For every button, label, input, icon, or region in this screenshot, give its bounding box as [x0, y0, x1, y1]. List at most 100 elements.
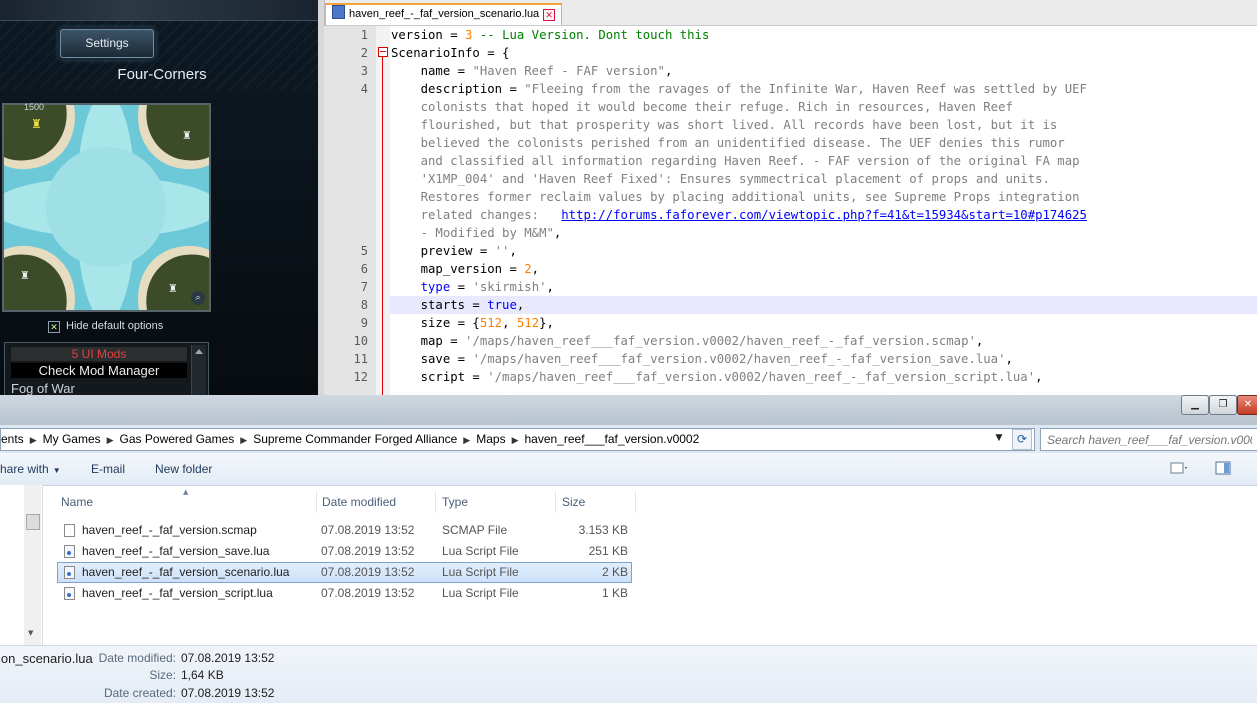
hide-default-options-toggle[interactable]: ✕ Hide default options	[48, 320, 163, 333]
file-type: Lua Script File	[442, 565, 519, 579]
details-file-name: ion_scenario.lua	[0, 651, 93, 666]
code-line[interactable]: 'X1MP_004' and 'Haven Reef Fixed': Ensur…	[391, 170, 1050, 188]
file-size: 3.153 KB	[578, 523, 628, 537]
spawn-marker-icon[interactable]: ♜	[168, 282, 178, 295]
column-header-size[interactable]: Size	[556, 491, 636, 513]
breadcrumb-item[interactable]: haven_reef___faf_version.v0002	[520, 429, 703, 450]
line-number: 6	[360, 262, 368, 276]
file-explorer-window: ▁ ❐ ✕ ents ▶ My Games ▶ Gas Powered Games ▶ Su…	[0, 395, 1257, 703]
file-type: Lua Script File	[442, 586, 519, 600]
breadcrumb-arrow-icon[interactable]: ▶	[28, 430, 39, 450]
spawn-marker-icon[interactable]: ♜	[20, 269, 30, 282]
explorer-title-bar[interactable]: ▁ ❐ ✕	[0, 395, 1257, 425]
file-type: Lua Script File	[442, 544, 519, 558]
code-line[interactable]: starts = true,	[391, 296, 525, 314]
spawn-marker-icon[interactable]: ♜	[31, 117, 42, 131]
breadcrumb-item[interactable]: ents	[1, 429, 28, 450]
code-line[interactable]: believed the colonists perished from an …	[391, 134, 1065, 152]
scroll-down-icon[interactable]: ▼	[28, 629, 33, 637]
email-button[interactable]: E-mail	[91, 462, 125, 476]
map-preview[interactable]: ♜ ♜ ♜ ♜ ⌕	[2, 103, 211, 312]
spawn-marker-icon[interactable]: ♜	[182, 129, 192, 142]
breadcrumb-item[interactable]: Maps	[472, 429, 509, 450]
share-with-label: hare with	[0, 462, 49, 476]
code-line[interactable]: name = "Haven Reef - FAF version",	[391, 62, 673, 80]
close-tab-icon[interactable]: ✕	[543, 9, 556, 21]
address-dropdown-icon[interactable]: ▼	[993, 428, 1005, 449]
code-line[interactable]: preview = '',	[391, 242, 517, 260]
breadcrumb-item[interactable]: My Games	[39, 429, 105, 450]
breadcrumb-arrow-icon[interactable]: ▶	[510, 430, 521, 450]
lua-file-icon	[64, 566, 75, 579]
game-top-bar	[0, 0, 318, 21]
tab-scenario-file[interactable]: haven_reef_-_faf_version_scenario.lua ✕	[325, 3, 563, 25]
file-row[interactable]: haven_reef_-_faf_version_script.lua 07.0…	[57, 583, 632, 604]
close-button[interactable]: ✕	[1237, 395, 1257, 415]
file-type: SCMAP File	[442, 523, 508, 537]
file-size: 2 KB	[601, 565, 628, 579]
file-date: 07.08.2019 13:52	[321, 586, 415, 600]
file-row[interactable]: haven_reef_-_faf_version_save.lua 07.08.…	[57, 541, 632, 562]
code-editor: haven_reef_-_faf_version_scenario.lua ✕ 1…	[318, 0, 1257, 395]
line-number: 3	[360, 64, 368, 78]
code-line[interactable]: and classified all information regarding…	[391, 152, 1080, 170]
chevron-down-icon: ▼	[52, 466, 61, 475]
fold-toggle-icon[interactable]	[378, 47, 388, 57]
settings-button[interactable]: Settings	[60, 29, 154, 58]
check-mod-manager-button[interactable]: Check Mod Manager	[11, 363, 187, 378]
fold-margin	[376, 26, 390, 395]
tab-title: haven_reef_-_faf_version_scenario.lua	[349, 8, 540, 20]
code-line[interactable]: save = '/maps/haven_reef___faf_version.v…	[391, 350, 1013, 368]
code-line[interactable]: related changes: http://forums.faforever…	[391, 206, 1087, 224]
line-number: 7	[360, 280, 368, 294]
sort-ascending-icon: ▲	[183, 488, 189, 496]
code-line[interactable]: type = 'skirmish',	[391, 278, 554, 296]
mods-scrollbar[interactable]	[191, 345, 206, 395]
preview-pane-icon[interactable]	[1215, 460, 1233, 476]
code-line[interactable]: version = 3 -- Lua Version. Dont touch t…	[391, 26, 709, 44]
file-row[interactable]: haven_reef_-_faf_version.scmap 07.08.201…	[57, 520, 632, 541]
line-number-gutter: 1 2 3 4 5 6 7 8 9 10 11 12	[324, 26, 376, 395]
code-line[interactable]: map = '/maps/haven_reef___faf_version.v0…	[391, 332, 984, 350]
breadcrumb-arrow-icon[interactable]: ▶	[461, 430, 472, 450]
code-line[interactable]: script = '/maps/haven_reef___faf_version…	[391, 368, 1043, 386]
code-line[interactable]: colonists that hoped it would become the…	[391, 98, 1013, 116]
code-line[interactable]: size = {512, 512},	[391, 314, 554, 332]
breadcrumb-arrow-icon[interactable]: ▶	[105, 430, 116, 450]
address-bar[interactable]: ents ▶ My Games ▶ Gas Powered Games ▶ Supreme …	[0, 428, 1035, 451]
column-header-date[interactable]: Date modified	[316, 491, 436, 513]
refresh-icon[interactable]: ⟳	[1012, 429, 1032, 450]
code-line[interactable]: ScenarioInfo = {	[391, 44, 509, 62]
file-name: haven_reef_-_faf_version_save.lua	[82, 544, 270, 558]
scrollbar-thumb[interactable]	[26, 514, 40, 530]
fog-of-war-option[interactable]: Fog of War	[11, 381, 75, 395]
code-line[interactable]: map_version = 2,	[391, 260, 539, 278]
code-line[interactable]: - Modified by M&M",	[391, 224, 562, 242]
checkbox-icon[interactable]: ✕	[48, 321, 60, 333]
maximize-button[interactable]: ❐	[1209, 395, 1237, 415]
search-input[interactable]	[1041, 429, 1252, 450]
size-label: Size:	[149, 668, 176, 682]
breadcrumb-arrow-icon[interactable]: ▶	[238, 430, 249, 450]
line-number: 10	[353, 334, 368, 348]
file-row-selected[interactable]: haven_reef_-_faf_version_scenario.lua 07…	[57, 562, 632, 583]
line-number: 2	[360, 46, 368, 60]
breadcrumb-item[interactable]: Supreme Commander Forged Alliance	[249, 429, 461, 450]
forum-link[interactable]: http://forums.faforever.com/viewtopic.ph…	[561, 208, 1087, 222]
share-with-menu[interactable]: hare with ▼	[0, 462, 61, 476]
column-header-type[interactable]: Type	[436, 491, 556, 513]
breadcrumb-item[interactable]: Gas Powered Games	[116, 429, 239, 450]
new-folder-button[interactable]: New folder	[155, 462, 212, 476]
code-line[interactable]: Restores former reclaim values by placin…	[391, 188, 1080, 206]
nav-scrollbar[interactable]: ▼	[24, 485, 41, 645]
fold-line	[382, 52, 383, 395]
hide-default-options-label: Hide default options	[66, 320, 164, 332]
mods-panel: 5 UI Mods Check Mod Manager Fog of War	[4, 342, 209, 395]
line-number: 5	[360, 244, 368, 258]
view-options-icon[interactable]	[1170, 460, 1188, 476]
code-line[interactable]: description = "Fleeing from the ravages …	[391, 80, 1087, 98]
minimize-button[interactable]: ▁	[1181, 395, 1209, 415]
zoom-icon[interactable]: ⌕	[191, 291, 205, 305]
code-line[interactable]: flourished, but that prosperity was shor…	[391, 116, 1058, 134]
search-box[interactable]	[1040, 428, 1257, 451]
